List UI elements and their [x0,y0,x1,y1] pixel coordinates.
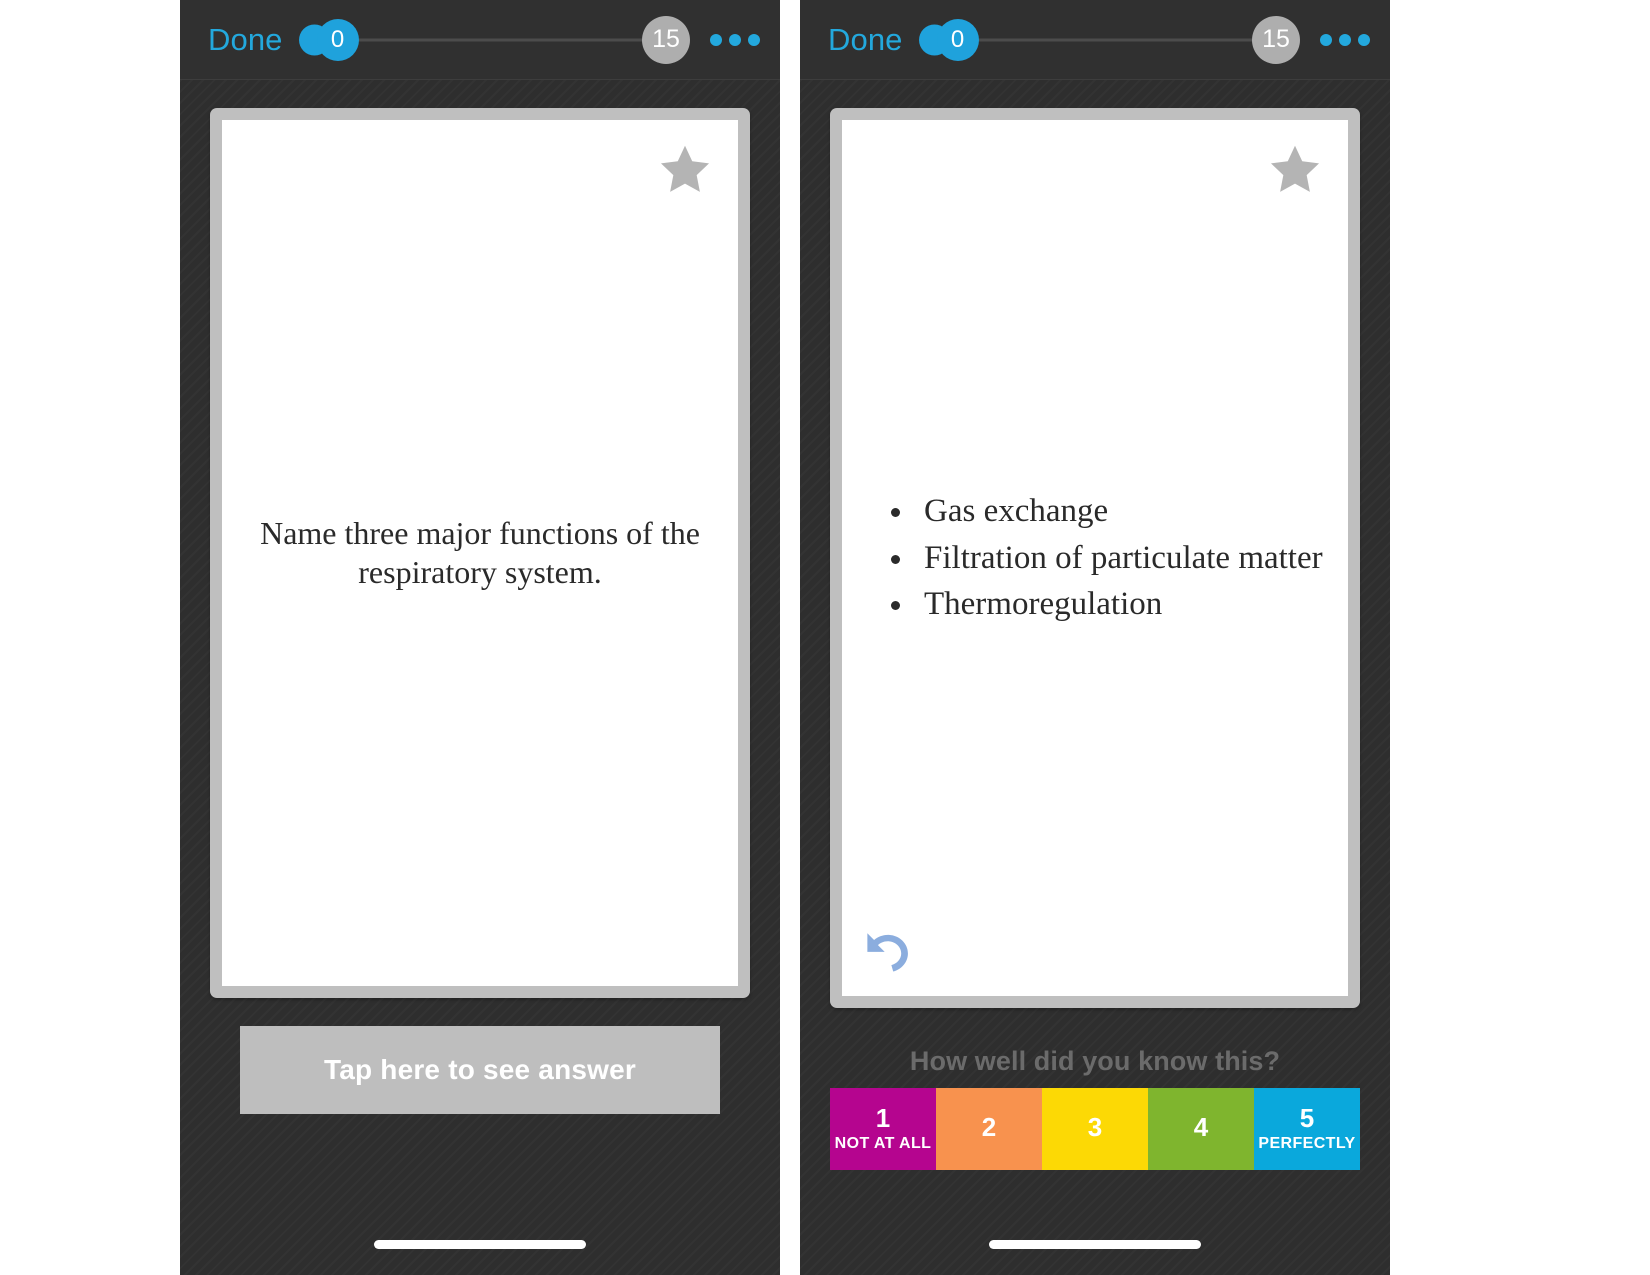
answer-list: Gas exchange Filtration of particulate m… [842,488,1323,629]
flashcard-answer[interactable]: Gas exchange Filtration of particulate m… [830,108,1360,1008]
rating-number: 2 [981,1112,997,1143]
navbar-answer: Done 0 15 [800,0,1390,80]
rating-button-3[interactable]: 3 [1042,1088,1148,1170]
rating-prompt: How well did you know this? [909,1046,1281,1076]
ellipsis-icon[interactable] [1306,22,1376,58]
progress-current-badge[interactable]: 0 [316,18,359,61]
rating-number: 3 [1087,1112,1103,1143]
ellipsis-dot [1320,33,1332,46]
ellipsis-dot [1358,33,1370,46]
card-area: Name three major functions of the respir… [180,80,780,1275]
ellipsis-dot [748,33,760,46]
rating-button-5[interactable]: 5 PERFECTLY [1254,1088,1360,1170]
answer-item: Gas exchange [916,488,1323,535]
star-icon[interactable] [1266,142,1324,198]
see-answer-button[interactable]: Tap here to see answer [240,1026,720,1114]
rating-sublabel: NOT AT ALL [834,1135,932,1153]
question-screen: Done 0 15 Name three major functions of … [180,0,780,1275]
answer-item: Thermoregulation [916,581,1323,628]
ellipsis-dot [710,33,722,46]
rating-number: 1 [875,1102,891,1133]
done-button[interactable]: Done [828,24,913,55]
rating-buttons: 1 NOT AT ALL 2 3 4 5 PERFECTLY [830,1088,1360,1170]
ellipsis-icon[interactable] [696,22,766,58]
question-text: Name three major functions of the respir… [260,514,700,590]
page-margin-right [1390,0,1650,1275]
undo-arrow-icon[interactable] [856,924,918,986]
page-margin-middle [780,0,800,1275]
flashcard-question-face[interactable]: Name three major functions of the respir… [222,120,738,986]
rating-zone: How well did you know this? 1 NOT AT ALL… [830,1008,1360,1275]
progress-total-badge[interactable]: 15 [1252,15,1300,64]
star-icon[interactable] [656,142,714,198]
page-margin-left [0,0,180,1275]
progress-track [324,38,660,41]
rating-button-4[interactable]: 4 [1148,1088,1254,1170]
progress-track [944,38,1270,41]
rating-number: 5 [1299,1102,1315,1133]
rating-button-1[interactable]: 1 NOT AT ALL [830,1088,936,1170]
home-indicator [989,1240,1201,1249]
flashcard-question[interactable]: Name three major functions of the respir… [210,108,750,998]
answer-block: Gas exchange Filtration of particulate m… [842,120,1348,996]
bottom-action-zone: Tap here to see answer [210,998,750,1275]
ellipsis-dot [1339,33,1351,46]
navbar-question: Done 0 15 [180,0,780,80]
done-button[interactable]: Done [208,24,293,55]
progress-slider[interactable]: 0 15 [918,14,1300,66]
progress-slider[interactable]: 0 15 [298,14,690,66]
screenshot-stage: Done 0 15 Name three major functions of … [0,0,1650,1275]
answer-screen: Done 0 15 • Gas exchange • Filtration of… [800,0,1390,1275]
rating-number: 4 [1193,1112,1209,1143]
answer-item: Filtration of particulate matter [916,535,1323,582]
card-area: Gas exchange Filtration of particulate m… [800,80,1390,1275]
progress-current-badge[interactable]: 0 [936,18,979,61]
progress-total-badge[interactable]: 15 [642,15,690,64]
ellipsis-dot [729,33,741,46]
home-indicator [374,1240,586,1249]
rating-button-2[interactable]: 2 [936,1088,1042,1170]
rating-sublabel: PERFECTLY [1258,1135,1356,1153]
flashcard-answer-face[interactable]: Gas exchange Filtration of particulate m… [842,120,1348,996]
